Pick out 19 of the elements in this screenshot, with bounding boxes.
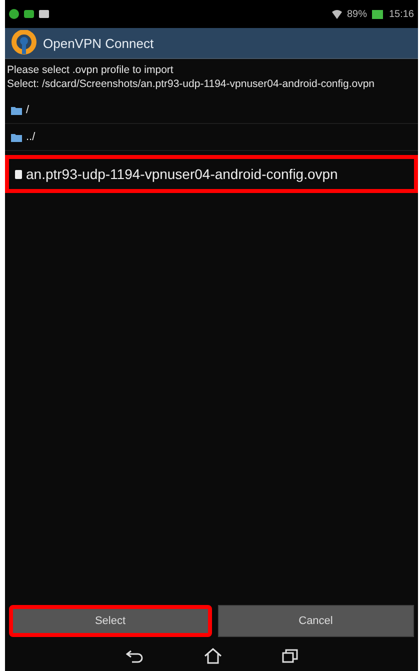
folder-icon xyxy=(11,132,22,142)
wifi-icon xyxy=(332,9,342,19)
selection-path: Select: /sdcard/Screenshots/an.ptr93-udp-1194-vpnuser04-android-config.ovpn xyxy=(6,77,376,92)
clock: 15:16 xyxy=(388,8,414,20)
prompt-text: Please select .ovpn profile to import xyxy=(6,63,174,77)
app-logo-icon xyxy=(11,30,37,56)
battery-percent: 89% xyxy=(346,8,367,20)
dialog-button[interactable]: Select xyxy=(9,605,212,637)
file-icon xyxy=(15,170,22,178)
folder-icon xyxy=(11,106,22,114)
battery-icon xyxy=(372,10,384,18)
back-icon[interactable] xyxy=(126,649,144,663)
file-list-item[interactable]: / xyxy=(5,97,418,124)
home-icon[interactable] xyxy=(204,648,222,664)
app-title: OpenVPN Connect xyxy=(43,36,154,50)
file-list-item[interactable]: an.ptr93-udp-1194-vpnuser04-android-config.ovpn xyxy=(5,155,418,193)
recent-apps-icon[interactable] xyxy=(282,649,298,663)
file-list-item[interactable]: ../ xyxy=(5,124,418,151)
dialog-button[interactable]: Cancel xyxy=(218,605,414,637)
